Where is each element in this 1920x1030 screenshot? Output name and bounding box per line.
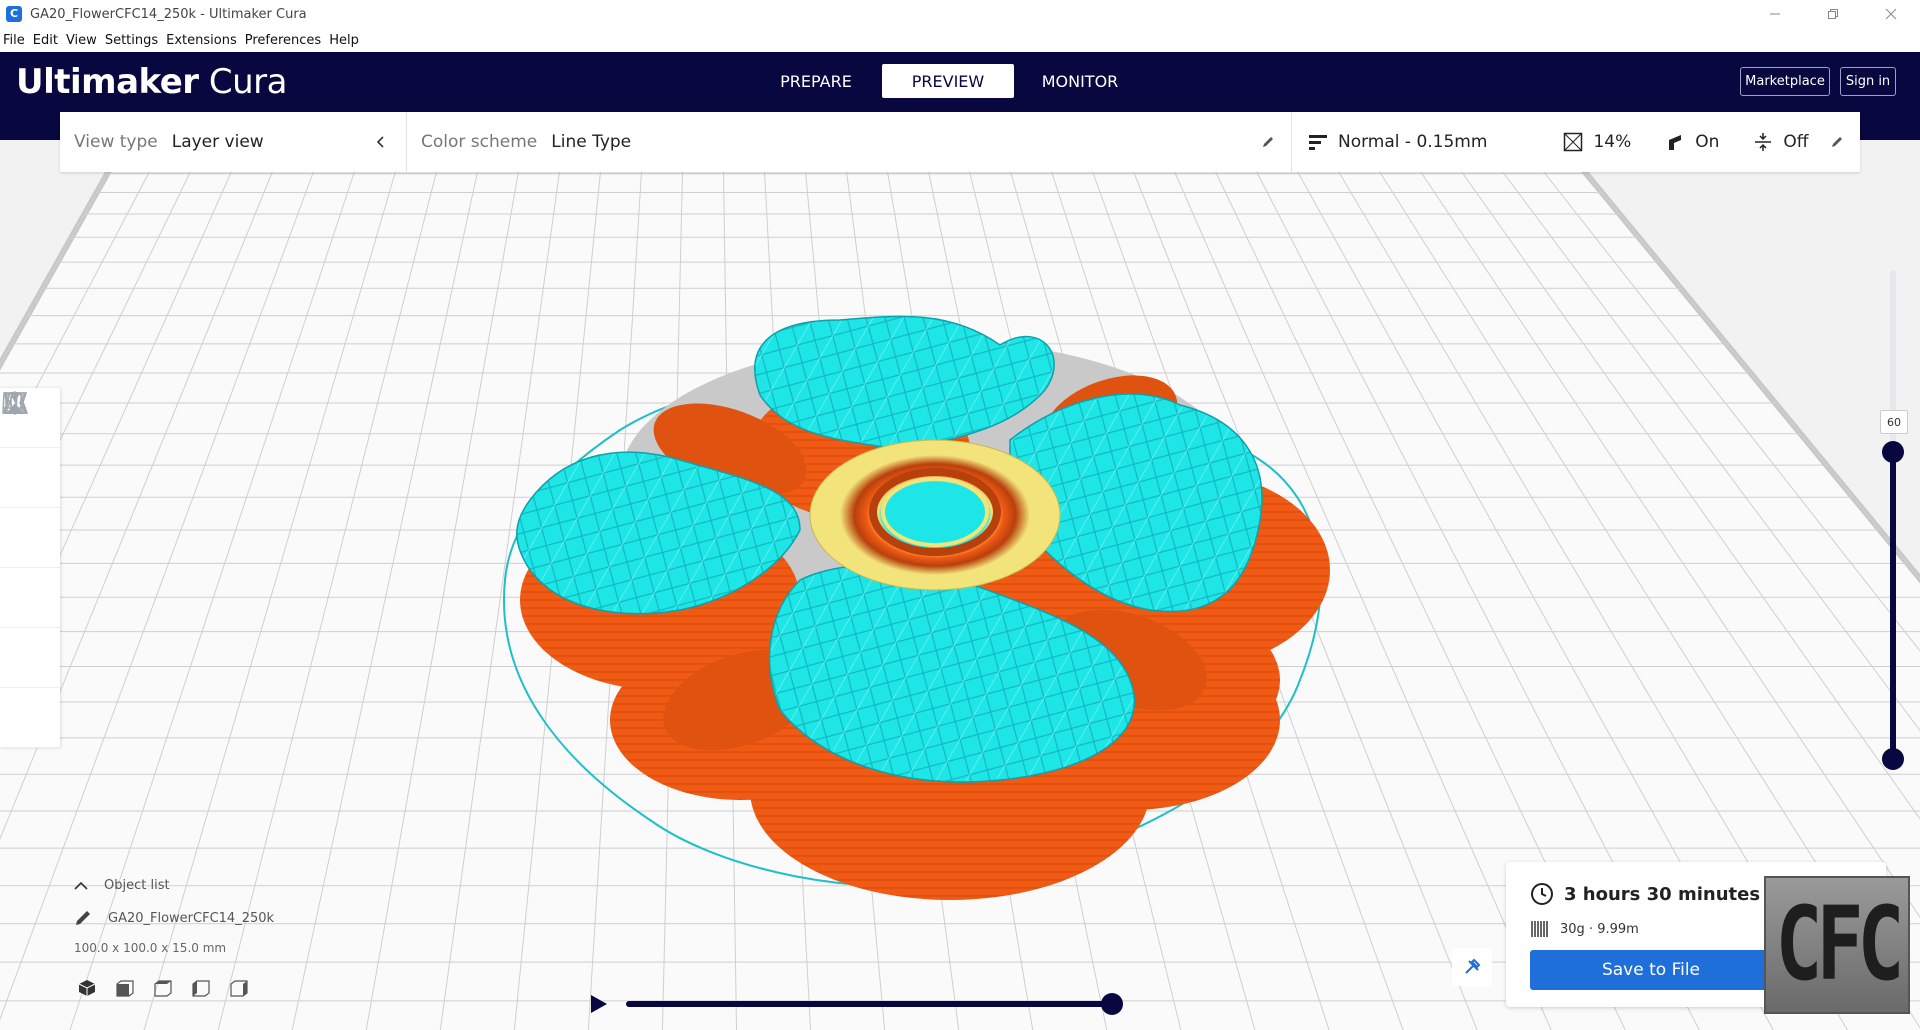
object-dimensions: 100.0 x 100.0 x 15.0 mm [74, 941, 227, 955]
layer-lower-handle[interactable] [1882, 748, 1904, 770]
sign-in-button[interactable]: Sign in [1840, 67, 1896, 96]
pencil-icon [1832, 137, 1842, 147]
view-type-label: View type [74, 132, 158, 152]
restore-icon [1828, 9, 1838, 19]
profile-icon [1309, 135, 1327, 150]
play-simulation-button[interactable] [586, 992, 610, 1020]
left-view-button[interactable] [188, 977, 214, 999]
simulation-track[interactable] [626, 1001, 1114, 1007]
menu-file[interactable]: File [3, 33, 25, 48]
infill-value: 14% [1593, 132, 1632, 152]
camera-view-buttons [74, 977, 394, 999]
cfc-watermark-logo: CFC [1764, 876, 1910, 1014]
ultimaker-cura-logo: Ultimaker Cura [16, 62, 288, 102]
window-title: GA20_FlowerCFC14_250k - Ultimaker Cura [30, 6, 307, 22]
tools-icon [1465, 958, 1481, 974]
support-blocker-icon [4, 392, 26, 414]
tab-monitor[interactable]: MONITOR [1014, 64, 1146, 98]
filament-spool-icon [1531, 921, 1548, 937]
pencil-icon [76, 911, 90, 925]
top-view-button[interactable] [150, 977, 176, 999]
object-list-label: Object list [104, 878, 170, 893]
window-controls [1746, 0, 1920, 28]
menu-settings[interactable]: Settings [105, 33, 158, 48]
left-toolbar [0, 388, 60, 748]
color-scheme-value: Line Type [551, 132, 632, 152]
marketplace-button[interactable]: Marketplace [1740, 67, 1830, 96]
support-icon [1669, 135, 1682, 150]
profile-value: Normal - 0.15mm [1338, 132, 1488, 152]
per-model-settings-button[interactable] [0, 392, 60, 688]
clock-icon [1531, 883, 1553, 905]
tab-preview[interactable]: PREVIEW [882, 64, 1014, 98]
adhesion-icon [1755, 133, 1772, 151]
color-scheme-selector[interactable]: Color scheme Line Type [407, 112, 1291, 172]
left-view-icon [192, 980, 210, 997]
logo-brand: Ultimaker [16, 62, 199, 102]
menu-edit[interactable]: Edit [33, 33, 58, 48]
layer-upper-handle[interactable] [1882, 441, 1904, 463]
infill-icon [1564, 132, 1583, 152]
print-settings-selector[interactable]: Normal - 0.15mm 14% On Off [1292, 112, 1860, 172]
material-usage: 30g · 9.99m [1560, 921, 1639, 937]
print-setup-toggle[interactable] [1452, 948, 1492, 986]
object-list-toggle[interactable]: Object list [74, 878, 394, 893]
menu-preferences[interactable]: Preferences [245, 33, 321, 48]
pencil-icon [1263, 137, 1273, 147]
menu-help[interactable]: Help [329, 33, 359, 48]
3d-view-button[interactable] [74, 977, 100, 999]
watermark-text: CFC [1775, 886, 1905, 1004]
front-view-button[interactable] [112, 977, 138, 999]
print-time-row: 3 hours 30 minutes [1530, 882, 1760, 906]
restore-button[interactable] [1804, 0, 1862, 28]
stage-tabs: PREPARE PREVIEW MONITOR [750, 64, 1146, 98]
rotate-tool-button[interactable] [0, 391, 60, 568]
title-bar: C GA20_FlowerCFC14_250k - Ultimaker Cura [0, 0, 1920, 28]
close-icon [1885, 8, 1897, 20]
material-row: 30g · 9.99m [1530, 920, 1639, 938]
print-time: 3 hours 30 minutes [1564, 883, 1761, 905]
scale-tool-button[interactable] [0, 392, 60, 508]
object-list-panel: Object list GA20_FlowerCFC14_250k 100.0 … [74, 878, 394, 999]
menu-view[interactable]: View [66, 33, 97, 48]
mirror-tool-button[interactable] [0, 393, 60, 628]
menu-bar: File Edit View Settings Extensions Prefe… [0, 28, 1920, 52]
logo-product: Cura [208, 62, 288, 102]
layer-number-input[interactable]: 60 [1880, 410, 1908, 434]
save-to-file-button[interactable]: Save to File [1530, 950, 1772, 990]
tab-prepare[interactable]: PREPARE [750, 64, 882, 98]
adhesion-value: Off [1783, 132, 1809, 152]
play-icon [591, 995, 607, 1013]
chevron-up-icon [74, 881, 88, 890]
close-button[interactable] [1862, 0, 1920, 28]
view-type-selector[interactable]: View type Layer view [60, 112, 406, 172]
right-view-button[interactable] [226, 977, 252, 999]
simulation-handle[interactable] [1101, 993, 1123, 1015]
support-blocker-button[interactable] [0, 392, 60, 748]
minimize-icon [1770, 13, 1780, 15]
cura-window: C GA20_FlowerCFC14_250k - Ultimaker Cura… [0, 0, 1920, 1030]
view-type-value: Layer view [171, 132, 264, 152]
object-name: GA20_FlowerCFC14_250k [108, 910, 275, 926]
object-row[interactable]: GA20_FlowerCFC14_250k [74, 909, 394, 927]
right-view-icon [230, 980, 248, 997]
front-view-icon [116, 980, 134, 997]
top-view-icon [154, 980, 172, 997]
cura-app-icon: C [6, 6, 22, 22]
menu-extensions[interactable]: Extensions [166, 33, 237, 48]
3d-view-icon [78, 980, 96, 996]
chevron-left-icon [376, 136, 384, 148]
view-settings-bar: View type Layer view Color scheme Line T… [60, 112, 1860, 172]
support-value: On [1695, 132, 1720, 152]
layer-slider-range [1890, 452, 1896, 760]
minimize-button[interactable] [1746, 0, 1804, 28]
color-scheme-label: Color scheme [421, 132, 538, 152]
